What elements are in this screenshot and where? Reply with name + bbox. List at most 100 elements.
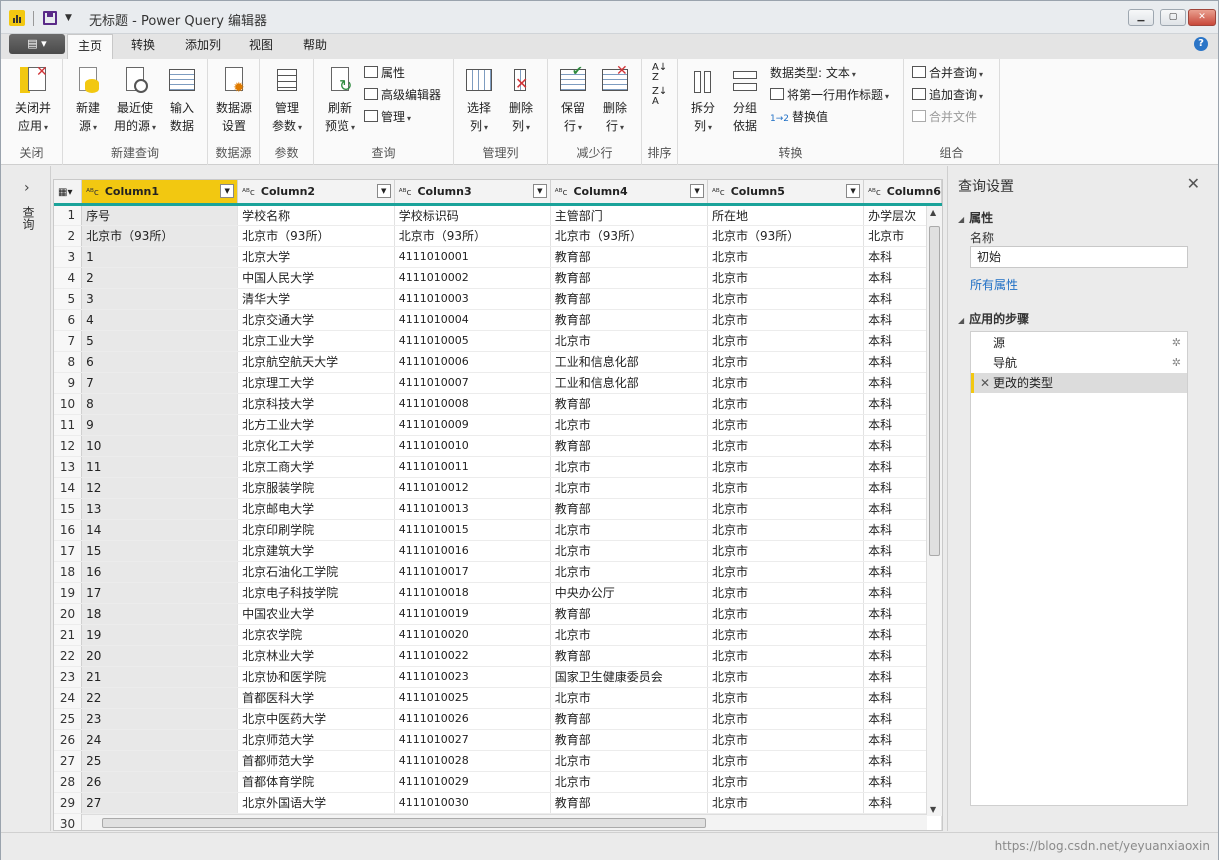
table-cell[interactable]: 16 — [81, 561, 239, 583]
table-cell[interactable]: 4111010026 — [394, 708, 551, 730]
table-cell[interactable]: 北京市 — [707, 582, 865, 604]
row-number[interactable]: 2 — [54, 225, 83, 247]
row-number[interactable]: 25 — [54, 708, 83, 730]
table-cell[interactable]: 北京市 — [550, 624, 709, 646]
column-header[interactable]: ᴬᴮc Column1 ▼ — [81, 180, 239, 206]
table-cell[interactable]: 4111010023 — [394, 666, 551, 688]
row-number[interactable]: 5 — [54, 288, 83, 310]
filter-dropdown-icon[interactable]: ▼ — [846, 184, 861, 198]
table-cell[interactable]: 25 — [81, 750, 239, 772]
table-cell[interactable]: 9 — [81, 414, 239, 436]
delete-step-icon[interactable]: ✕ — [980, 373, 990, 393]
table-menu-icon[interactable]: ▦▾ — [54, 180, 83, 206]
table-cell[interactable]: 北京石油化工学院 — [237, 561, 395, 583]
minimize-button[interactable]: ▁ — [1128, 9, 1154, 26]
row-number[interactable]: 28 — [54, 771, 83, 793]
query-name-input[interactable]: 初始 — [970, 246, 1188, 268]
table-cell[interactable]: 主管部门 — [550, 204, 709, 226]
table-cell[interactable]: 北京大学 — [237, 246, 395, 268]
choose-columns-button[interactable]: 选择 列 ▾ — [460, 63, 498, 137]
table-cell[interactable]: 北京市 — [707, 624, 865, 646]
table-cell[interactable]: 教育部 — [550, 603, 709, 625]
scroll-down-icon[interactable]: ▼ — [930, 805, 936, 814]
table-cell[interactable]: 4111010018 — [394, 582, 551, 604]
table-cell[interactable]: 北京外国语大学 — [237, 792, 395, 814]
table-cell[interactable]: 教育部 — [550, 246, 709, 268]
table-cell[interactable]: 21 — [81, 666, 239, 688]
table-cell[interactable]: 北京电子科技学院 — [237, 582, 395, 604]
table-cell[interactable]: 4111010001 — [394, 246, 551, 268]
tab-view[interactable]: 视图 — [239, 34, 283, 59]
table-cell[interactable]: 11 — [81, 456, 239, 478]
replace-values-button[interactable]: 1→2 替换值 — [770, 109, 828, 127]
table-cell[interactable]: 首都医科大学 — [237, 687, 395, 709]
advanced-editor-button[interactable]: 高级编辑器 — [364, 87, 441, 103]
tab-help[interactable]: 帮助 — [293, 34, 337, 59]
table-cell[interactable]: 4111010020 — [394, 624, 551, 646]
applied-steps-section-header[interactable]: ◢ 应用的步骤 — [958, 310, 1029, 327]
table-cell[interactable]: 北京市 — [707, 498, 865, 520]
row-number[interactable]: 1 — [54, 204, 83, 226]
table-cell[interactable]: 北京工业大学 — [237, 330, 395, 352]
table-cell[interactable]: 24 — [81, 729, 239, 751]
tab-add-column[interactable]: 添加列 — [175, 34, 231, 59]
row-number[interactable]: 21 — [54, 624, 83, 646]
close-apply-button[interactable]: ✕ 关闭并 应用 ▾ — [7, 63, 59, 137]
table-cell[interactable]: 4111010007 — [394, 372, 551, 394]
table-cell[interactable]: 2 — [81, 267, 239, 289]
table-cell[interactable]: 4111010029 — [394, 771, 551, 793]
tab-home[interactable]: 主页 — [67, 34, 114, 59]
table-cell[interactable]: 北京市 — [550, 414, 709, 436]
step-source[interactable]: 源 ✲ — [971, 333, 1187, 353]
row-number[interactable]: 30 — [54, 813, 83, 830]
enter-data-button[interactable]: 输入 数据 — [163, 63, 201, 135]
filter-dropdown-icon[interactable]: ▼ — [376, 184, 391, 198]
table-cell[interactable]: 4111010006 — [394, 351, 551, 373]
table-cell[interactable]: 北京市 — [550, 540, 709, 562]
column-header[interactable]: ᴬᴮc Column4 ▼ — [550, 180, 709, 206]
text-type-icon[interactable]: ᴬᴮc — [242, 188, 255, 198]
text-type-icon[interactable]: ᴬᴮc — [86, 188, 99, 198]
sort-ascending-button[interactable]: A↓ Z — [652, 63, 667, 83]
table-cell[interactable]: 北京市 — [550, 687, 709, 709]
table-cell[interactable]: 北京市 — [707, 372, 865, 394]
table-cell[interactable]: 北京市 — [707, 729, 865, 751]
merge-queries-button[interactable]: 合并查询 ▾ — [912, 65, 983, 83]
table-cell[interactable]: 中国人民大学 — [237, 267, 395, 289]
table-cell[interactable]: 北京中医药大学 — [237, 708, 395, 730]
table-cell[interactable]: 北京化工大学 — [237, 435, 395, 457]
table-cell[interactable]: 教育部 — [550, 729, 709, 751]
table-cell[interactable]: 4111010017 — [394, 561, 551, 583]
quick-access-dropdown-icon[interactable]: ▼ — [65, 13, 72, 23]
table-cell[interactable]: 19 — [81, 624, 239, 646]
table-cell[interactable]: 4111010028 — [394, 750, 551, 772]
table-cell[interactable]: 北京农学院 — [237, 624, 395, 646]
table-cell[interactable]: 教育部 — [550, 393, 709, 415]
manage-parameters-button[interactable]: 管理 参数 ▾ — [266, 63, 308, 137]
table-cell[interactable]: 17 — [81, 582, 239, 604]
table-cell[interactable]: 北京市 — [707, 246, 865, 268]
table-cell[interactable]: 7 — [81, 372, 239, 394]
row-number[interactable]: 11 — [54, 414, 83, 436]
table-cell[interactable]: 20 — [81, 645, 239, 667]
properties-button[interactable]: 属性 — [364, 65, 405, 81]
row-number[interactable]: 14 — [54, 477, 83, 499]
table-cell[interactable]: 4111010010 — [394, 435, 551, 457]
table-cell[interactable]: 学校名称 — [237, 204, 395, 226]
column-header[interactable]: ᴬᴮc Column2 ▼ — [237, 180, 395, 206]
table-cell[interactable]: 北京市 — [550, 330, 709, 352]
row-number[interactable]: 9 — [54, 372, 83, 394]
expand-queries-icon[interactable]: › — [24, 180, 30, 196]
table-cell[interactable]: 北京市 — [707, 645, 865, 667]
append-queries-button[interactable]: 追加查询 ▾ — [912, 87, 983, 105]
table-cell[interactable]: 北京科技大学 — [237, 393, 395, 415]
table-cell[interactable]: 北京市 — [707, 351, 865, 373]
table-cell[interactable]: 1 — [81, 246, 239, 268]
table-cell[interactable]: 教育部 — [550, 708, 709, 730]
text-type-icon[interactable]: ᴬᴮc — [555, 188, 568, 198]
refresh-preview-button[interactable]: ↻ 刷新 预览 ▾ — [318, 63, 362, 137]
step-changed-type[interactable]: ✕ 更改的类型 — [971, 373, 1187, 393]
table-cell[interactable]: 首都体育学院 — [237, 771, 395, 793]
help-icon[interactable]: ? — [1194, 37, 1208, 51]
row-number[interactable]: 27 — [54, 750, 83, 772]
